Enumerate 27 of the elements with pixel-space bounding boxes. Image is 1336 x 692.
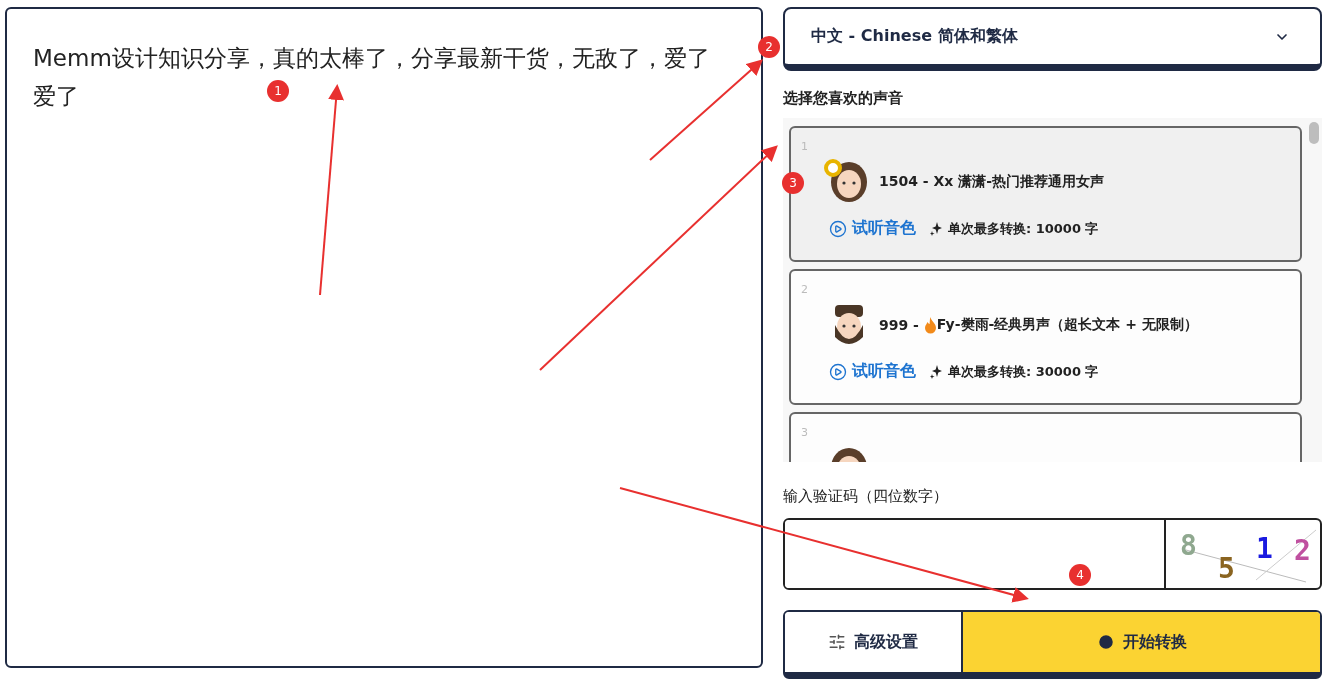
captcha-image[interactable]: 8 5 1 2	[1166, 520, 1320, 584]
preview-link[interactable]: 试听音色	[829, 218, 916, 239]
limit-label: 单次最多转换: 30000 字	[948, 362, 1099, 381]
radio-selected-icon	[824, 159, 842, 177]
captcha-char: 5	[1218, 552, 1235, 584]
sliders-icon	[828, 633, 846, 651]
card-index: 3	[801, 426, 808, 439]
voice-name: 1504 - Xx 潇潇-热门推荐通用女声	[879, 173, 1105, 191]
annotation-marker: 3	[782, 172, 804, 194]
section-title: 选择您喜欢的声音	[783, 89, 904, 108]
annotation-marker: 2	[758, 36, 780, 58]
captcha-char: 2	[1294, 534, 1311, 567]
language-select[interactable]: 中文 - Chinese 简体和繁体	[783, 7, 1322, 71]
preview-link[interactable]: 试听音色	[829, 361, 916, 382]
card-index: 2	[801, 283, 808, 296]
captcha-char: 1	[1256, 532, 1273, 565]
limit-label: 单次最多转换: 10000 字	[948, 219, 1099, 238]
sparkle-icon	[930, 364, 942, 379]
settings-button[interactable]: 高级设置	[785, 612, 963, 672]
sparkle-icon	[930, 221, 942, 236]
scrollbar-thumb[interactable]	[1309, 122, 1319, 144]
voice-name: 999 - Fy-樊雨-经典男声（超长文本 + 无限制）	[879, 316, 1198, 334]
voice-card[interactable]: 2 999 - Fy-樊雨-经典男声（超长文本 + 无限制） 试听音色 单次最多转换: 30000 字	[789, 269, 1302, 405]
captcha-char: 8	[1180, 529, 1197, 562]
avatar-icon	[829, 160, 869, 204]
start-button[interactable]: 开始转换	[963, 612, 1320, 672]
captcha-label: 输入验证码（四位数字）	[783, 487, 949, 506]
